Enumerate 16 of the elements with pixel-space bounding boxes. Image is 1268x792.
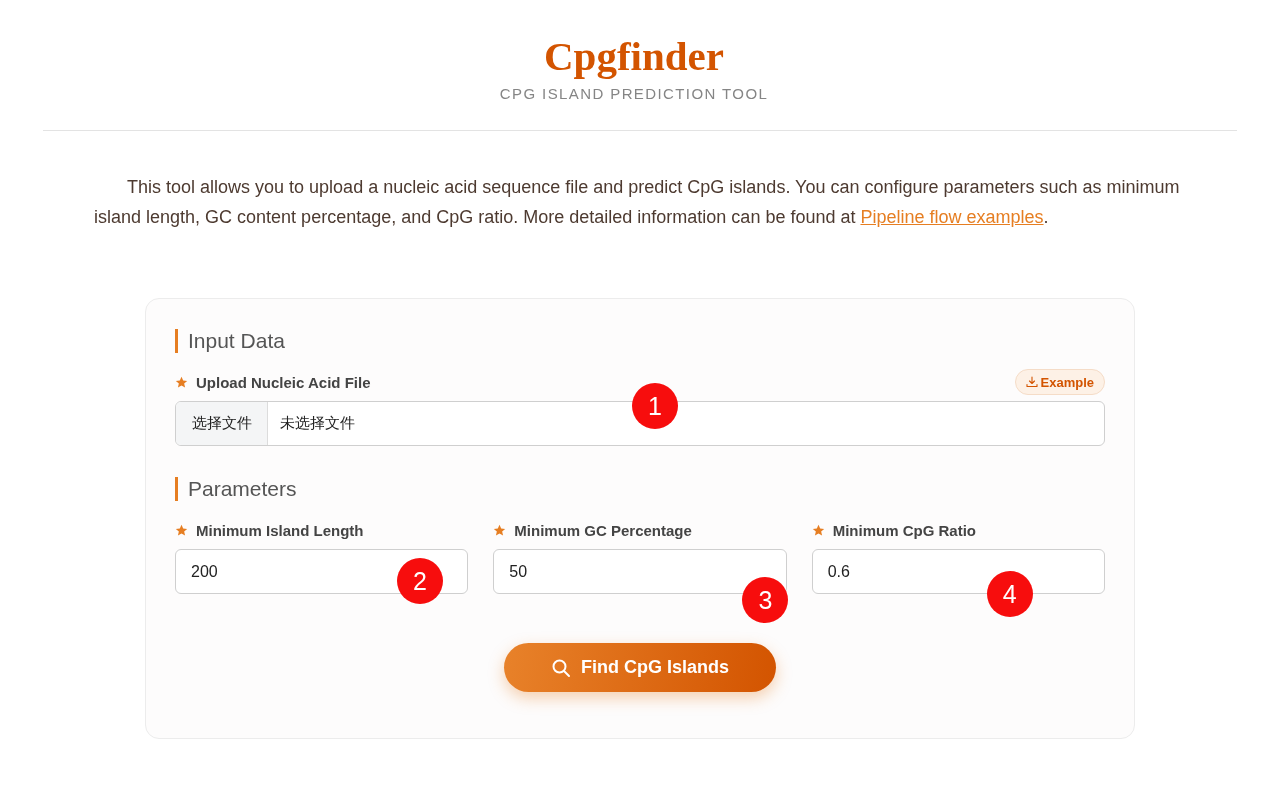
download-icon xyxy=(1025,376,1038,388)
number-marker: 1 xyxy=(632,383,678,429)
choose-file-button[interactable]: 选择文件 xyxy=(176,402,268,445)
section-title: Parameters xyxy=(175,477,297,501)
file-status-text: 未选择文件 xyxy=(280,414,355,433)
example-button[interactable]: Example xyxy=(1014,369,1105,395)
field-label: Minimum CpG Ratio xyxy=(832,521,976,539)
field-label: Upload Nucleic Acid File xyxy=(196,373,371,391)
intro-paragraph: This tool allows you to upload a nucleic acid sequence file and predict CpG islands. You can configure parameters such as minimum island length, GC content percentage, and CpG ratio. More detailed information can be found at Pipeline flow examples. xyxy=(94,176,1181,229)
search-icon xyxy=(551,657,571,678)
field-label: Minimum GC Percentage xyxy=(514,521,692,539)
app-subtitle: CPG ISLAND PREDICTION TOOL xyxy=(499,85,769,103)
field-label: Minimum Island Length xyxy=(196,521,364,539)
section-title: Input Data xyxy=(175,329,285,353)
number-marker: 3 xyxy=(742,577,789,623)
app-title: Cpgfinder xyxy=(544,33,724,79)
